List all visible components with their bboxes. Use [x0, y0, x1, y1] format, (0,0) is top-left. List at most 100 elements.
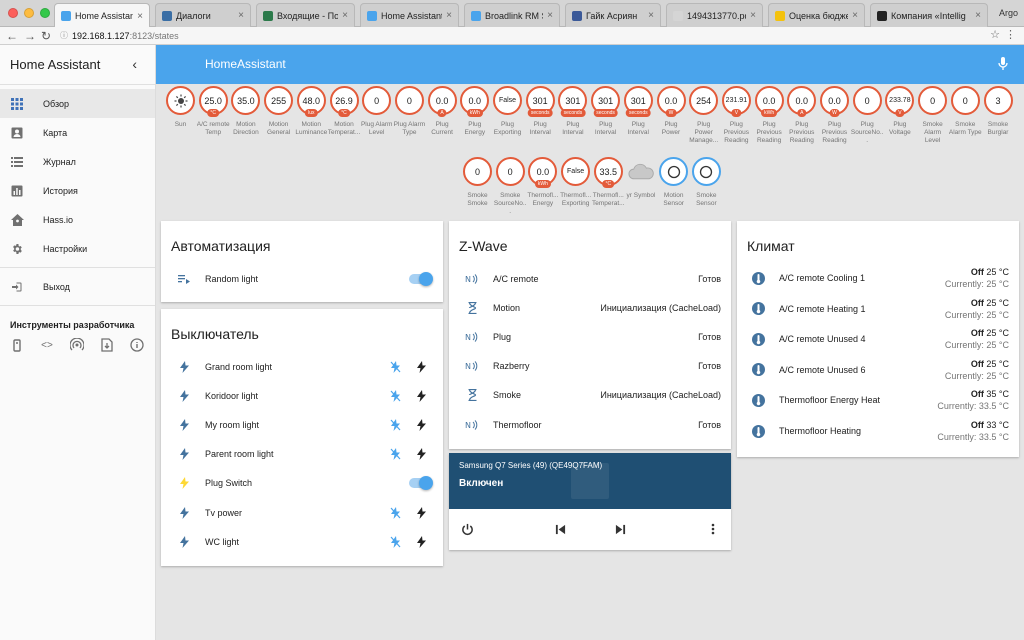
state-badge[interactable]: False Thermofl... Exporting	[559, 157, 592, 216]
turn-on-button[interactable]	[415, 448, 427, 461]
browser-tab[interactable]: Home Assistant Co×	[360, 3, 459, 27]
sidebar-item-logbook[interactable]: Журнал	[0, 147, 155, 176]
climate-row[interactable]: Thermofloor Heating Off 33 °C Currently: 3…	[737, 416, 1019, 446]
close-tab-icon[interactable]: ×	[547, 10, 553, 21]
collapse-sidebar-icon[interactable]: ‹	[132, 56, 137, 72]
close-tab-icon[interactable]: ×	[446, 10, 452, 21]
code-icon[interactable]: <>	[40, 338, 54, 352]
sidebar-item-hassio[interactable]: Hass.io	[0, 205, 155, 234]
power-button[interactable]	[459, 521, 475, 537]
state-badge[interactable]: 0.0 W Plug Previous Reading	[818, 86, 851, 145]
info-icon[interactable]	[130, 338, 144, 352]
state-badge[interactable]: 3 Smoke Burglar	[982, 86, 1015, 145]
more-options-icon[interactable]	[705, 521, 721, 537]
state-badge[interactable]: 301 seconds Plug Interval	[556, 86, 589, 145]
state-badge[interactable]: Smoke Sensor	[690, 157, 723, 216]
close-tab-icon[interactable]: ×	[238, 10, 244, 21]
bookmark-star-icon[interactable]: ☆	[990, 28, 1000, 41]
climate-row[interactable]: A/C remote Unused 6 Off 25 °C Currently: 2…	[737, 355, 1019, 385]
state-badge[interactable]: 0.0 kWh Thermofl... Energy	[526, 157, 559, 216]
browser-tab[interactable]: Оценка бюджета р ×	[768, 3, 865, 27]
switch-row[interactable]: Tv power	[161, 498, 443, 527]
zwave-row[interactable]: Smoke Инициализация (CacheLoad)	[449, 381, 731, 410]
back-button[interactable]: ←	[6, 28, 18, 44]
turn-off-button[interactable]	[389, 535, 401, 548]
sidebar-item-map[interactable]: Карта	[0, 118, 155, 147]
state-badge[interactable]: 0 Smoke Smoke	[461, 157, 494, 216]
turn-off-button[interactable]	[389, 418, 401, 431]
microphone-icon[interactable]	[998, 57, 1008, 76]
switch-toggle[interactable]	[409, 476, 433, 491]
zwave-row[interactable]: N A/C remote Готов	[449, 264, 731, 293]
state-badge[interactable]: 301 seconds Plug Interval	[524, 86, 557, 145]
state-badge[interactable]: 231.91 V Plug Previous Reading	[720, 86, 753, 145]
state-badge[interactable]: 35.0 Motion Direction	[229, 86, 262, 145]
switch-row[interactable]: WC light	[161, 527, 443, 556]
minimize-window-button[interactable]	[24, 8, 34, 18]
climate-row[interactable]: A/C remote Unused 4 Off 25 °C Currently: 2…	[737, 324, 1019, 354]
turn-on-button[interactable]	[415, 360, 427, 373]
state-badge[interactable]: 0 Smoke SourceNo...	[494, 157, 527, 216]
broadcast-icon[interactable]	[70, 338, 84, 352]
turn-on-button[interactable]	[415, 535, 427, 548]
state-badge[interactable]: 0.0 A Plug Previous Reading	[785, 86, 818, 145]
url-input[interactable]: ⓘ 192.168.1.127:8123/states	[60, 29, 990, 43]
zwave-row[interactable]: N Thermofloor Готов	[449, 410, 731, 439]
turn-on-button[interactable]	[415, 389, 427, 402]
state-badge[interactable]: False Plug Exporting	[491, 86, 524, 145]
turn-off-button[interactable]	[389, 448, 401, 461]
close-tab-icon[interactable]: ×	[137, 11, 143, 22]
close-tab-icon[interactable]: ×	[342, 10, 348, 21]
forward-button[interactable]: →	[24, 28, 36, 44]
climate-row[interactable]: A/C remote Heating 1 Off 25 °C Currently: …	[737, 294, 1019, 324]
sidebar-item-overview[interactable]: Обзор	[0, 89, 155, 118]
state-badge[interactable]: Sun	[164, 86, 197, 145]
turn-off-button[interactable]	[389, 360, 401, 373]
turn-on-button[interactable]	[415, 418, 427, 431]
profile-name[interactable]: Argo	[999, 8, 1018, 18]
browser-tab[interactable]: 1494313770.pdf ×	[666, 3, 763, 27]
state-badge[interactable]: Motion Sensor	[657, 157, 690, 216]
state-badge[interactable]: 0 Smoke Alarm Level	[916, 86, 949, 145]
browser-tab[interactable]: Компания «Intellig ×	[870, 3, 988, 27]
state-badge[interactable]: 48.0 lux Motion Luminance	[295, 86, 328, 145]
browser-tab[interactable]: Home Assistant ×	[54, 3, 150, 28]
close-tab-icon[interactable]: ×	[750, 10, 756, 21]
sidebar-item-settings[interactable]: Настройки	[0, 234, 155, 263]
state-badge[interactable]: 0.0 A Plug Current	[426, 86, 459, 145]
reload-button[interactable]: ↻	[41, 28, 51, 44]
state-badge[interactable]: 301 seconds Plug Interval	[622, 86, 655, 145]
state-badge[interactable]: 25.0 °C A/C remote Temp	[197, 86, 230, 145]
browser-tab[interactable]: Broadlink RM Switc ×	[464, 3, 560, 27]
climate-row[interactable]: Thermofloor Energy Heat Off 35 °C Currentl…	[737, 385, 1019, 415]
next-track-button[interactable]	[612, 521, 628, 537]
zwave-row[interactable]: N Razberry Готов	[449, 352, 731, 381]
state-badge[interactable]: 0 Plug Alarm Level	[360, 86, 393, 145]
climate-row[interactable]: A/C remote Cooling 1 Off 25 °C Currently: …	[737, 263, 1019, 293]
switch-row[interactable]: Plug Switch	[161, 469, 443, 498]
state-badge[interactable]: 255 Motion General	[262, 86, 295, 145]
turn-off-button[interactable]	[389, 506, 401, 519]
switch-row[interactable]: Koridoor light	[161, 381, 443, 410]
remote-icon[interactable]	[10, 338, 24, 352]
switch-row[interactable]: My room light	[161, 410, 443, 439]
state-badge[interactable]: yr Symbol	[625, 157, 658, 216]
state-badge[interactable]: 254 Plug Power Manage...	[687, 86, 720, 145]
sidebar-item-logout[interactable]: Выход	[0, 272, 155, 301]
switch-row[interactable]: Grand room light	[161, 352, 443, 381]
sidebar-item-history[interactable]: История	[0, 176, 155, 205]
state-badge[interactable]: 0.0 W Plug Power	[655, 86, 688, 145]
close-window-button[interactable]	[8, 8, 18, 18]
browser-tab[interactable]: Гайк Асриян ×	[565, 3, 661, 27]
previous-track-button[interactable]	[552, 521, 568, 537]
state-badge[interactable]: 33.5 °C Thermofl... Temperat...	[592, 157, 625, 216]
zwave-row[interactable]: Motion Инициализация (CacheLoad)	[449, 293, 731, 322]
state-badge[interactable]: 0 Plug SourceNo...	[851, 86, 884, 145]
turn-off-button[interactable]	[389, 389, 401, 402]
state-badge[interactable]: 0 Plug Alarm Type	[393, 86, 426, 145]
automation-row[interactable]: Random light	[161, 264, 443, 293]
close-tab-icon[interactable]: ×	[852, 10, 858, 21]
maximize-window-button[interactable]	[40, 8, 50, 18]
turn-on-button[interactable]	[415, 506, 427, 519]
browser-tab[interactable]: Диалоги ×	[155, 3, 251, 27]
